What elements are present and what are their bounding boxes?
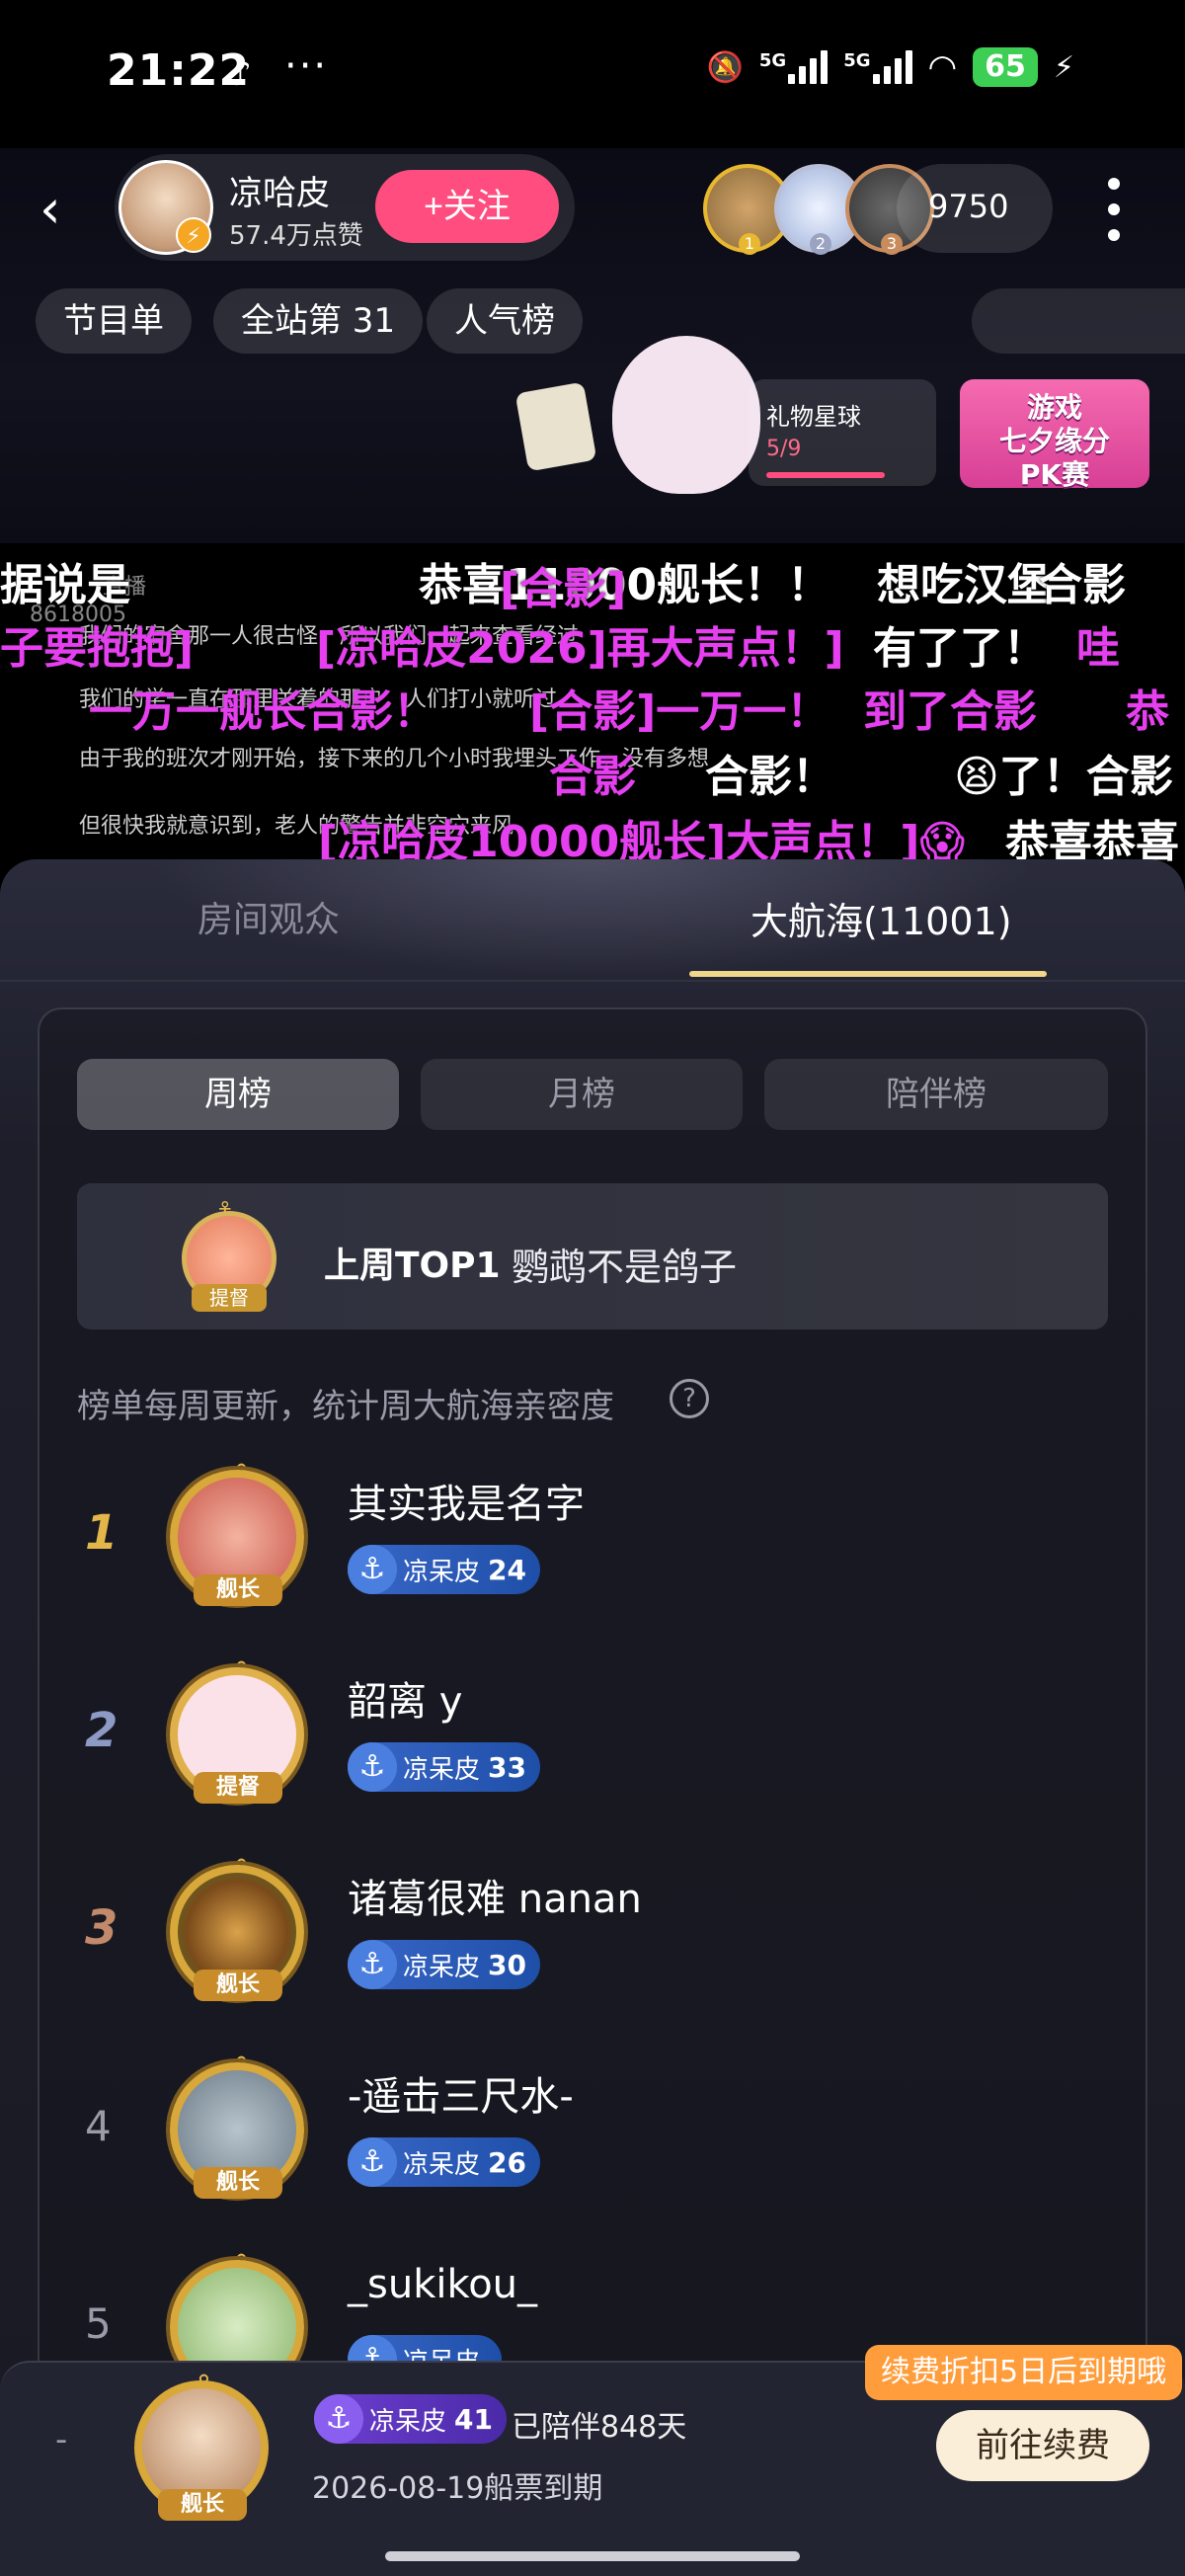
danmaku: 合影！ xyxy=(705,752,835,802)
danmaku: 想吃汉堡 xyxy=(877,560,1051,610)
gift-planet-progress: 5/9 xyxy=(766,437,802,461)
wifi-icon: ◠ xyxy=(927,47,958,87)
danmaku: 合影 xyxy=(1039,560,1126,610)
viewer-rank-3: 3 xyxy=(881,233,903,255)
danmaku: [凉哈皮2026]再大声点！] xyxy=(316,623,844,674)
danmaku: 一万一舰长合影！ xyxy=(89,686,436,737)
danmaku: [合影] xyxy=(500,564,627,614)
tag-program-list[interactable]: 节目单 xyxy=(36,288,192,354)
tab-fleet[interactable]: 大航海(11001) xyxy=(750,891,1012,945)
danmaku: 有了了！ xyxy=(873,623,1047,674)
battery-indicator: 65 xyxy=(973,47,1038,87)
viewer-count: 9750 xyxy=(928,188,1009,225)
back-arrow-icon[interactable]: ‹ xyxy=(40,178,61,240)
rank-number: 5 xyxy=(85,2299,112,2348)
danmaku: 恭 xyxy=(1126,686,1169,737)
charging-icon: ⚡ xyxy=(1053,49,1074,85)
status-more-dots: ··· xyxy=(284,43,329,89)
home-indicator[interactable] xyxy=(385,2551,800,2561)
anchor-medal-icon: ⚓ xyxy=(348,1545,397,1594)
rank-number: 4 xyxy=(85,2102,112,2150)
mute-bell-icon: 🔕 xyxy=(706,49,744,85)
accompany-days: 已陪伴848天 xyxy=(512,2410,687,2445)
my-fan-medal: ⚓ 凉呆皮 41 xyxy=(314,2394,507,2444)
segment-monthly[interactable]: 月榜 xyxy=(421,1059,743,1130)
pk-banner-line2: 七夕缘分 xyxy=(998,425,1110,457)
top1-rank-tag: 提督 xyxy=(192,1284,267,1312)
rank-number: 1 xyxy=(85,1505,118,1561)
follow-button[interactable]: +关注 xyxy=(375,170,559,243)
tab-divider xyxy=(0,980,1185,982)
anchor-name: 凉哈皮 xyxy=(229,174,330,213)
guard-tag: 舰长 xyxy=(194,1970,282,2001)
ticket-expire-date: 2026-08-19船票到期 xyxy=(312,2471,603,2506)
more-options-icon[interactable] xyxy=(1102,178,1126,241)
lightning-badge-icon: ⚡ xyxy=(176,217,211,253)
gift-planet-progress-bar xyxy=(766,472,885,478)
user-name[interactable]: 其实我是名字 xyxy=(348,1472,585,1529)
anchor-medal-icon: ⚓ xyxy=(348,1940,397,1989)
tab-room-audience[interactable]: 房间观众 xyxy=(198,891,340,942)
live-stage[interactable]: 直播 8618005 我们的宿舍那一人很古怪，所以我们一起来查看经过 我们的学一… xyxy=(0,543,1185,869)
user-name[interactable]: _sukikou_ xyxy=(348,2262,537,2307)
guard-tag: 提督 xyxy=(194,1772,282,1804)
my-rank: - xyxy=(55,2420,68,2459)
user-name[interactable]: 诸葛很难 nanan xyxy=(348,1867,642,1924)
anchor-likes: 57.4万点赞 xyxy=(229,221,363,251)
top1-label: 上周TOP1 xyxy=(324,1246,501,1286)
guard-tag: 舰长 xyxy=(194,1574,282,1606)
gift-planet-card[interactable] xyxy=(749,379,936,486)
gift-planet-title: 礼物星球 xyxy=(766,403,861,431)
discount-tooltip: 续费折扣5日后到期哦 xyxy=(865,2345,1183,2400)
pk-event-banner[interactable]: 游戏 七夕缘分 PK赛 xyxy=(960,379,1149,491)
danmaku: 据说是 xyxy=(0,560,130,610)
tag-right-placeholder[interactable] xyxy=(972,288,1185,354)
anchor-medal-icon: ⚓ xyxy=(314,2394,363,2444)
help-icon[interactable]: ? xyxy=(670,1379,709,1418)
viewer-rank-2: 2 xyxy=(810,233,831,255)
anchor-medal-icon: ⚓ xyxy=(348,1742,397,1792)
danmaku: 到了合影 xyxy=(863,686,1037,737)
fan-medal: ⚓ 凉呆皮 24 xyxy=(348,1545,540,1594)
user-name[interactable]: -遥击三尺水- xyxy=(348,2064,574,2122)
fan-medal: ⚓ 凉呆皮 33 xyxy=(348,1742,540,1792)
user-name[interactable]: 韶离 y xyxy=(348,1669,462,1727)
tag-site-rank[interactable]: 全站第 31 xyxy=(213,288,424,354)
my-guard-tag: 舰长 xyxy=(158,2489,247,2521)
fan-medal: ⚓ 凉呆皮 30 xyxy=(348,1940,540,1989)
cat-mascot-icon xyxy=(612,336,760,494)
signal-icon-2: 5G xyxy=(843,50,912,84)
tiktok-icon: ♪ xyxy=(229,53,252,94)
danmaku: 合影 xyxy=(549,752,636,802)
renew-button[interactable]: 前往续费 xyxy=(936,2410,1149,2481)
danmaku: 😫了！合影 xyxy=(954,752,1173,802)
danmaku: 哇 xyxy=(1076,623,1120,674)
segment-weekly[interactable]: 周榜 xyxy=(77,1059,399,1130)
gift-box-icon xyxy=(514,381,597,472)
active-tab-indicator xyxy=(689,971,1047,977)
danmaku: [合影]一万一！ xyxy=(529,686,830,737)
signal-icon: 5G xyxy=(759,50,829,84)
rank-number: 3 xyxy=(85,1900,118,1956)
pk-banner-line1: 游戏 xyxy=(1026,391,1082,424)
top1-name: 鹦鹉不是鸽子 xyxy=(512,1246,738,1289)
rank-number: 2 xyxy=(85,1703,118,1758)
guard-tag: 舰长 xyxy=(194,2167,282,2199)
danmaku: 子要抱抱] xyxy=(0,623,195,674)
fan-medal: ⚓ 凉呆皮 26 xyxy=(348,2137,540,2187)
leaderboard-rule-text: 榜单每周更新，统计周大航海亲密度 xyxy=(77,1387,614,1426)
status-icons: 🔕 5G 5G ◠ 65 ⚡ xyxy=(707,47,1074,87)
tag-popularity[interactable]: 人气榜 xyxy=(427,288,583,354)
viewer-rank-1: 1 xyxy=(739,233,760,255)
pk-banner-line3: PK赛 xyxy=(1019,458,1090,491)
segment-companion[interactable]: 陪伴榜 xyxy=(764,1059,1108,1130)
anchor-medal-icon: ⚓ xyxy=(348,2137,397,2187)
